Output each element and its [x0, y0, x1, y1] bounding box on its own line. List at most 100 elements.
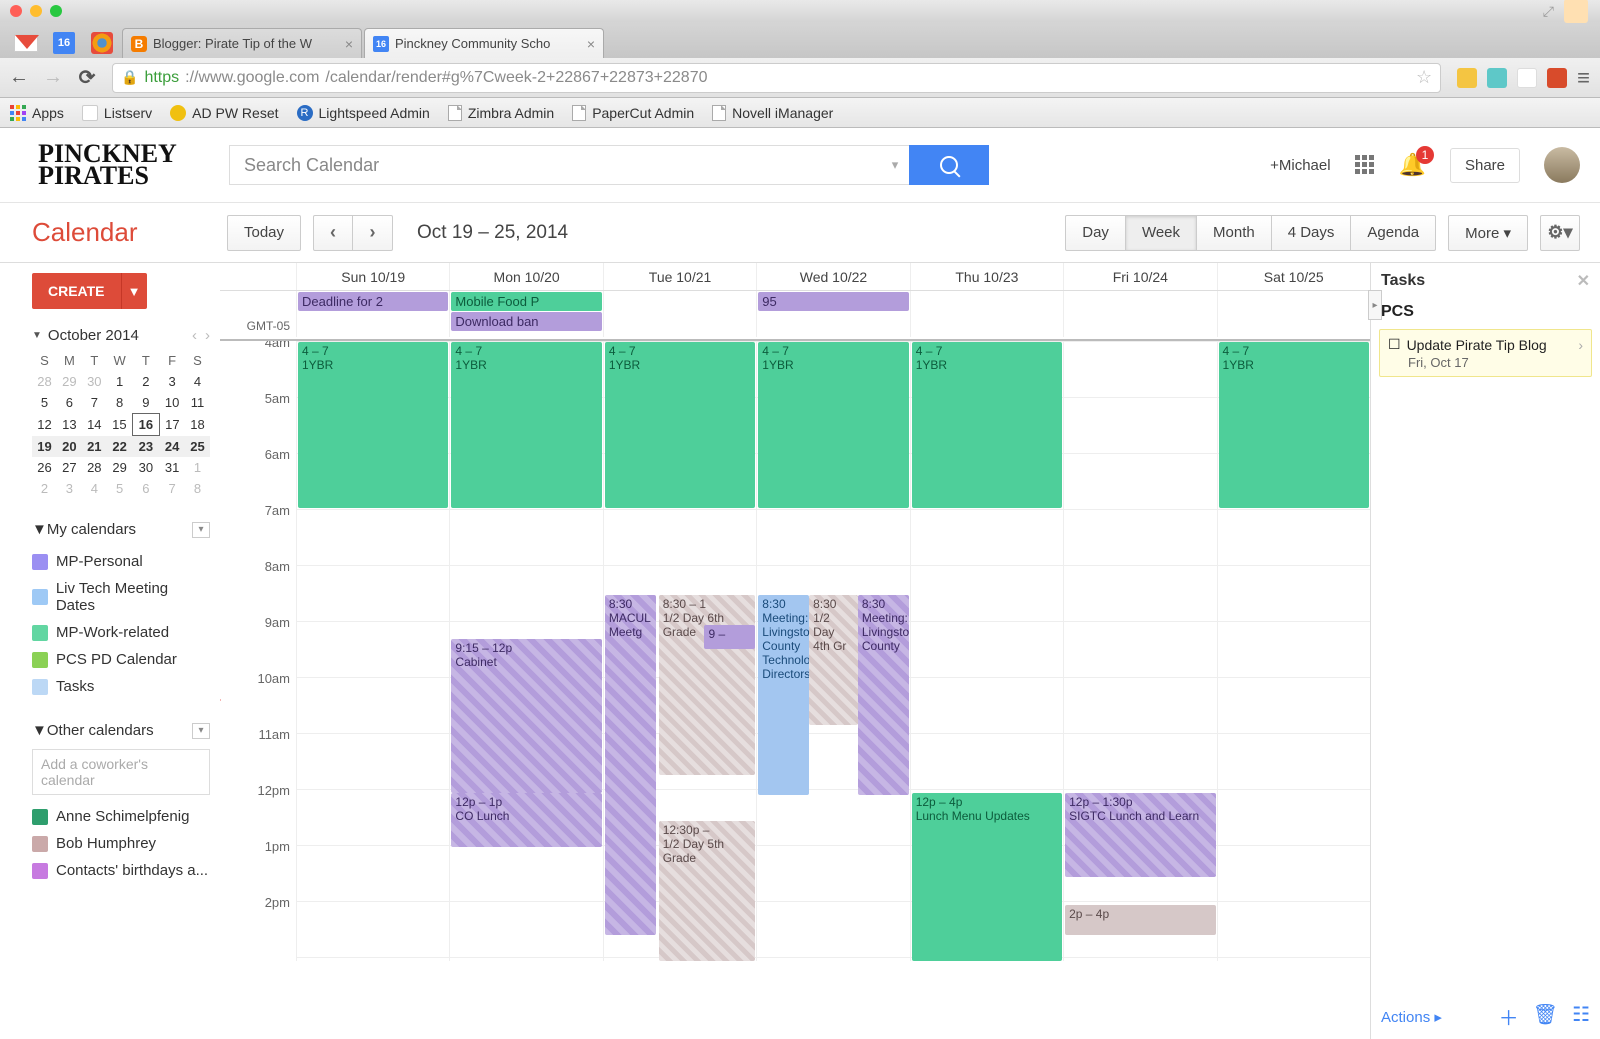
close-tasks-icon[interactable]: ✕: [1577, 271, 1590, 291]
create-button[interactable]: CREATE: [32, 273, 121, 309]
mini-day[interactable]: 23: [133, 436, 160, 458]
bookmark-zimbra[interactable]: Zimbra Admin: [448, 105, 554, 121]
mini-day[interactable]: 11: [185, 392, 210, 414]
google-plus-link[interactable]: +Michael: [1270, 157, 1330, 174]
mini-day[interactable]: 6: [57, 392, 82, 414]
today-button[interactable]: Today: [227, 215, 301, 251]
task-list-icon[interactable]: ☷: [1572, 1002, 1590, 1031]
extension-icon[interactable]: [1457, 68, 1477, 88]
event[interactable]: 8:30 – 11/2 Day 6th Grade: [659, 595, 756, 775]
notifications-bell[interactable]: 🔔1: [1399, 152, 1426, 178]
calendar-item[interactable]: MP-Personal: [32, 548, 210, 575]
view-4days[interactable]: 4 Days: [1272, 215, 1352, 251]
extension-icon[interactable]: [1517, 68, 1537, 88]
checkbox-icon[interactable]: ☐: [1388, 336, 1401, 353]
mini-day[interactable]: 17: [159, 414, 185, 436]
prev-period-button[interactable]: ‹: [313, 215, 353, 251]
day-column-mon[interactable]: 4 – 71YBR9:15 – 12pCabinet12p – 1pCO Lun…: [449, 341, 602, 961]
mini-day[interactable]: 13: [57, 414, 82, 436]
event[interactable]: 9:15 – 12pCabinet: [451, 639, 601, 793]
calendar-item[interactable]: Anne Schimelpfenig: [32, 803, 210, 830]
close-tab-icon[interactable]: ×: [587, 36, 595, 52]
calendar-item[interactable]: Liv Tech Meeting Dates: [32, 575, 210, 619]
mini-day[interactable]: 16: [133, 414, 160, 436]
allday-event[interactable]: Download ban: [451, 312, 601, 331]
calendar-item[interactable]: PCS PD Calendar: [32, 646, 210, 673]
search-options-dropdown[interactable]: ▾: [881, 145, 909, 185]
mini-day[interactable]: 14: [82, 414, 107, 436]
event[interactable]: 8:30MACUL Meetg: [605, 595, 656, 935]
share-button[interactable]: Share: [1450, 148, 1520, 183]
mini-day[interactable]: 18: [185, 414, 210, 436]
mini-day[interactable]: 28: [32, 371, 57, 392]
calendar-item[interactable]: Tasks: [32, 673, 210, 700]
day-header[interactable]: Sun 10/19: [296, 263, 449, 290]
view-month[interactable]: Month: [1197, 215, 1272, 251]
apps-bookmark[interactable]: Apps: [10, 105, 64, 121]
mini-day[interactable]: 5: [107, 478, 133, 499]
profile-avatar[interactable]: [1544, 147, 1580, 183]
view-day[interactable]: Day: [1065, 215, 1126, 251]
event[interactable]: 12p – 1pCO Lunch: [451, 793, 601, 847]
calendar-item[interactable]: Bob Humphrey: [32, 830, 210, 857]
task-item[interactable]: ☐Update Pirate Tip Blog› Fri, Oct 17: [1379, 329, 1592, 377]
event[interactable]: 2p – 4p: [1065, 905, 1215, 935]
create-dropdown[interactable]: ▼: [121, 273, 147, 309]
mini-day[interactable]: 3: [159, 371, 185, 392]
tab-joomla[interactable]: [84, 28, 120, 58]
event[interactable]: 8:30Meeting: Livingston County Technolog…: [758, 595, 809, 795]
mini-day[interactable]: 21: [82, 436, 107, 458]
day-header[interactable]: Thu 10/23: [910, 263, 1063, 290]
collapse-tasks-handle[interactable]: ▸: [1368, 290, 1382, 320]
mini-day[interactable]: 24: [159, 436, 185, 458]
expand-icon[interactable]: ⤢: [1543, 3, 1554, 20]
event[interactable]: 4 – 71YBR: [1219, 342, 1369, 508]
back-button[interactable]: ←: [10, 69, 28, 87]
bookmark-adpw[interactable]: AD PW Reset: [170, 105, 278, 121]
calendar-item[interactable]: Contacts' birthdays a...: [32, 857, 210, 884]
mini-day[interactable]: 31: [159, 457, 185, 478]
allday-sun[interactable]: Deadline for 2: [296, 291, 449, 337]
mini-day[interactable]: 3: [57, 478, 82, 499]
bookmark-papercut[interactable]: PaperCut Admin: [572, 105, 694, 121]
tasks-list-name[interactable]: PCS: [1371, 299, 1600, 325]
mini-day[interactable]: 30: [82, 371, 107, 392]
mini-day[interactable]: 9: [133, 392, 160, 414]
next-period-button[interactable]: ›: [353, 215, 393, 251]
search-input[interactable]: Search Calendar: [229, 145, 881, 185]
mini-day[interactable]: 25: [185, 436, 210, 458]
event[interactable]: 8:30Meeting: Livingston County: [858, 595, 909, 795]
day-header[interactable]: Fri 10/24: [1063, 263, 1216, 290]
forward-button[interactable]: →: [44, 69, 62, 87]
allday-wed[interactable]: 95: [756, 291, 909, 337]
bookmark-star-icon[interactable]: ☆: [1416, 67, 1432, 88]
collapse-icon[interactable]: ▼: [32, 330, 42, 341]
event[interactable]: 4 – 71YBR: [912, 342, 1062, 508]
tab-gcal-pinned[interactable]: 16: [46, 28, 82, 58]
close-window-button[interactable]: [10, 5, 22, 17]
maximize-window-button[interactable]: [50, 5, 62, 17]
chevron-right-icon[interactable]: ›: [1578, 337, 1583, 353]
search-button[interactable]: [909, 145, 989, 185]
extension-icon[interactable]: [1547, 68, 1567, 88]
app-title[interactable]: Calendar: [0, 217, 215, 248]
event[interactable]: 4 – 71YBR: [758, 342, 908, 508]
extension-icon[interactable]: [1487, 68, 1507, 88]
mini-day[interactable]: 2: [32, 478, 57, 499]
allday-event[interactable]: Deadline for 2: [298, 292, 448, 311]
mini-day[interactable]: 29: [107, 457, 133, 478]
day-column-tue[interactable]: 4 – 71YBR8:30MACUL Meetg8:30 – 11/2 Day …: [603, 341, 756, 961]
mini-day[interactable]: 10: [159, 392, 185, 414]
allday-event[interactable]: Mobile Food P: [451, 292, 601, 311]
tab-gmail[interactable]: [8, 28, 44, 58]
allday-mon[interactable]: Mobile Food P Download ban: [449, 291, 602, 337]
event[interactable]: 9 –: [704, 625, 755, 649]
tab-pcs-active[interactable]: 16 Pinckney Community Scho ×: [364, 28, 604, 58]
mini-day[interactable]: 4: [185, 371, 210, 392]
mini-day[interactable]: 22: [107, 436, 133, 458]
day-header[interactable]: Wed 10/22: [756, 263, 909, 290]
add-task-icon[interactable]: ＋: [1499, 1002, 1519, 1031]
day-column-wed[interactable]: 4 – 71YBR 8:30Meeting: Livingston County …: [756, 341, 909, 961]
event[interactable]: 12p – 4pLunch Menu Updates: [912, 793, 1062, 961]
event[interactable]: 4 – 71YBR: [298, 342, 448, 508]
